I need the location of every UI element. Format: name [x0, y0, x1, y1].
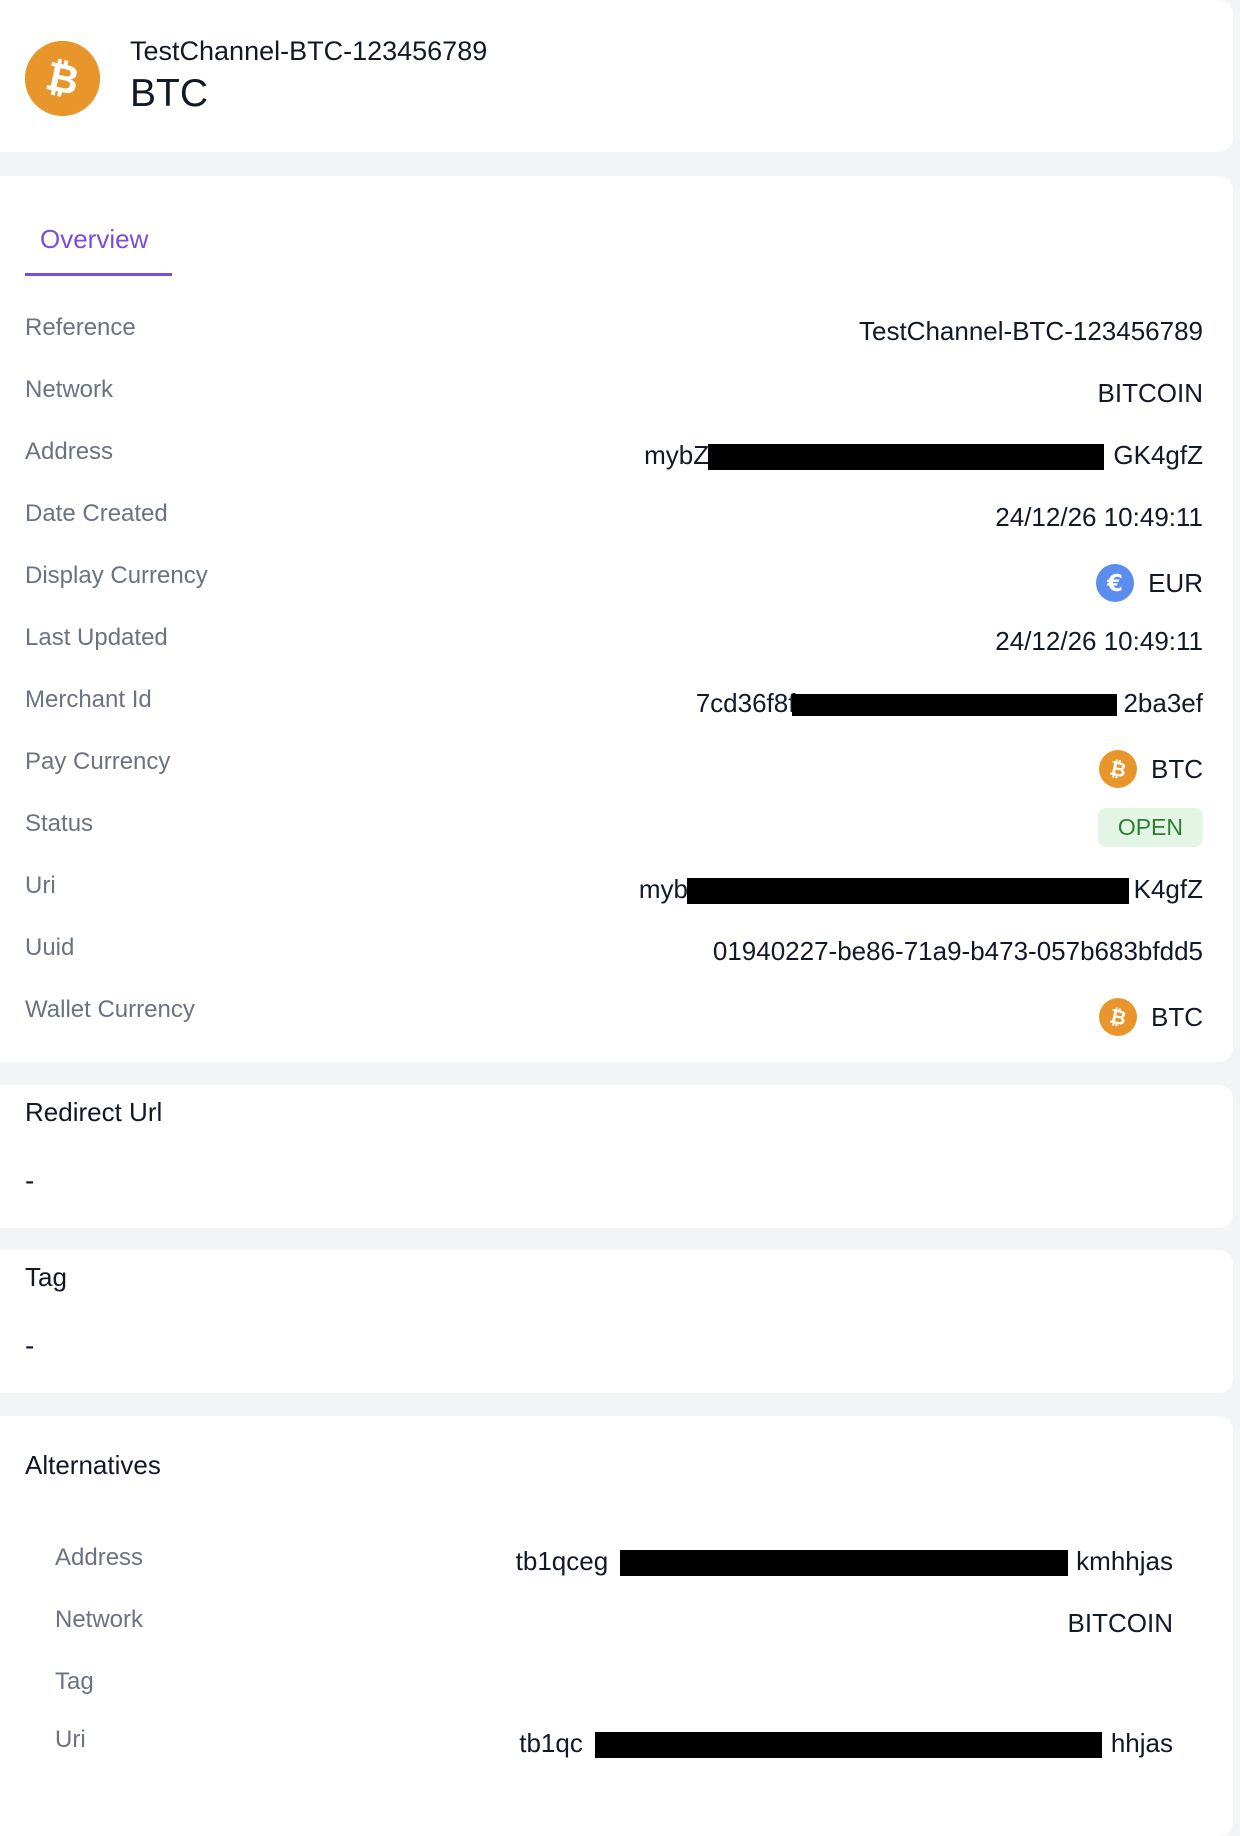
merchant-id-row: Merchant Id 7cd36f8f 2ba3ef	[0, 686, 1233, 726]
tag-value: -	[25, 1330, 35, 1361]
display-currency-label: Display Currency	[25, 562, 208, 589]
bitcoin-icon: ₿	[1099, 750, 1137, 788]
date-created-label: Date Created	[25, 500, 168, 527]
status-value: OPEN	[1097, 808, 1203, 847]
alternatives-card: Alternatives Address tb1qceg kmhhjas Net…	[0, 1416, 1233, 1836]
network-row: Network BITCOIN	[0, 376, 1233, 416]
alt-network-row: Network BITCOIN	[0, 1606, 1233, 1646]
reference-label: Reference	[25, 314, 136, 341]
redaction-bar	[595, 1732, 1102, 1758]
page-title: BTC	[130, 72, 208, 115]
redaction-bar	[792, 694, 1117, 716]
tag-card: Tag -	[0, 1250, 1233, 1393]
pay-currency-label: Pay Currency	[25, 748, 171, 775]
network-label: Network	[25, 376, 114, 403]
wallet-currency-value: ₿ BTC	[1099, 998, 1203, 1036]
redirect-url-title: Redirect Url	[25, 1097, 163, 1127]
status-label: Status	[25, 810, 94, 837]
pay-currency-value: ₿ BTC	[1099, 750, 1203, 788]
wallet-currency-label: Wallet Currency	[25, 996, 195, 1023]
alt-network-value: BITCOIN	[1067, 1608, 1173, 1638]
alt-network-label: Network	[55, 1606, 144, 1633]
redirect-url-card: Redirect Url -	[0, 1085, 1233, 1228]
redirect-url-value: -	[25, 1165, 35, 1196]
euro-icon: €	[1096, 564, 1135, 602]
alt-uri-start: tb1qc	[519, 1728, 583, 1758]
uuid-label: Uuid	[25, 934, 75, 961]
redaction-bar	[708, 444, 1104, 470]
last-updated-label: Last Updated	[25, 624, 168, 651]
network-value: BITCOIN	[1097, 378, 1203, 408]
alt-uri-row: Uri tb1qc hhjas	[0, 1726, 1233, 1766]
date-created-value: 24/12/26 10:49:11	[995, 502, 1203, 532]
merchant-id-end: 2ba3ef	[1123, 688, 1203, 718]
alt-tag-label: Tag	[55, 1668, 94, 1695]
alt-address-start: tb1qceg	[515, 1546, 609, 1576]
reference-row: Reference TestChannel-BTC-123456789	[0, 314, 1233, 354]
pay-currency-row: Pay Currency ₿ BTC	[0, 748, 1233, 788]
tab-overview[interactable]: Overview	[40, 224, 148, 255]
display-currency-row: Display Currency € EUR	[0, 562, 1233, 602]
display-currency-text: EUR	[1148, 567, 1203, 598]
alt-address-end: kmhhjas	[1076, 1546, 1173, 1576]
status-row: Status OPEN	[0, 808, 1233, 850]
uri-label: Uri	[25, 872, 56, 899]
uuid-row: Uuid 01940227-be86-71a9-b473-057b683bfdd…	[0, 934, 1233, 974]
merchant-id-start: 7cd36f8f	[695, 688, 796, 718]
last-updated-value: 24/12/26 10:49:11	[995, 626, 1203, 656]
overview-card: Overview Reference TestChannel-BTC-12345…	[0, 176, 1233, 1062]
wallet-currency-row: Wallet Currency ₿ BTC	[0, 996, 1233, 1036]
bitcoin-icon: ₿	[25, 41, 100, 116]
reference-value: TestChannel-BTC-123456789	[859, 316, 1203, 346]
active-tab-indicator	[25, 273, 172, 276]
address-row: Address mybZeBe GK4gfZ	[0, 438, 1233, 478]
pay-currency-text: BTC	[1151, 753, 1203, 784]
alt-address-row: Address tb1qceg kmhhjas	[0, 1544, 1233, 1584]
status-badge: OPEN	[1097, 808, 1203, 847]
alt-address-label: Address	[55, 1544, 144, 1571]
alt-uri-label: Uri	[55, 1726, 86, 1753]
redaction-bar	[620, 1550, 1068, 1576]
redaction-bar	[687, 878, 1129, 904]
alt-uri-end: hhjas	[1110, 1728, 1173, 1758]
address-value-end: GK4gfZ	[1113, 440, 1203, 470]
uri-row: Uri mybZeE K4gfZ	[0, 872, 1233, 912]
channel-reference: TestChannel-BTC-123456789	[130, 36, 488, 66]
tag-title: Tag	[25, 1262, 67, 1292]
bitcoin-icon: ₿	[1099, 998, 1137, 1036]
merchant-id-label: Merchant Id	[25, 686, 152, 713]
alt-tag-row: Tag	[0, 1668, 1233, 1708]
uuid-value: 01940227-be86-71a9-b473-057b683bfdd5	[712, 936, 1203, 966]
svg-text:€: €	[1106, 571, 1123, 597]
alternatives-title: Alternatives	[25, 1450, 161, 1480]
channel-header: ₿ TestChannel-BTC-123456789 BTC	[0, 0, 1233, 152]
wallet-currency-text: BTC	[1151, 1001, 1203, 1032]
display-currency-value: € EUR	[1096, 564, 1203, 602]
address-label: Address	[25, 438, 114, 465]
uri-value-end: K4gfZ	[1133, 874, 1203, 904]
date-created-row: Date Created 24/12/26 10:49:11	[0, 500, 1233, 540]
last-updated-row: Last Updated 24/12/26 10:49:11	[0, 624, 1233, 664]
